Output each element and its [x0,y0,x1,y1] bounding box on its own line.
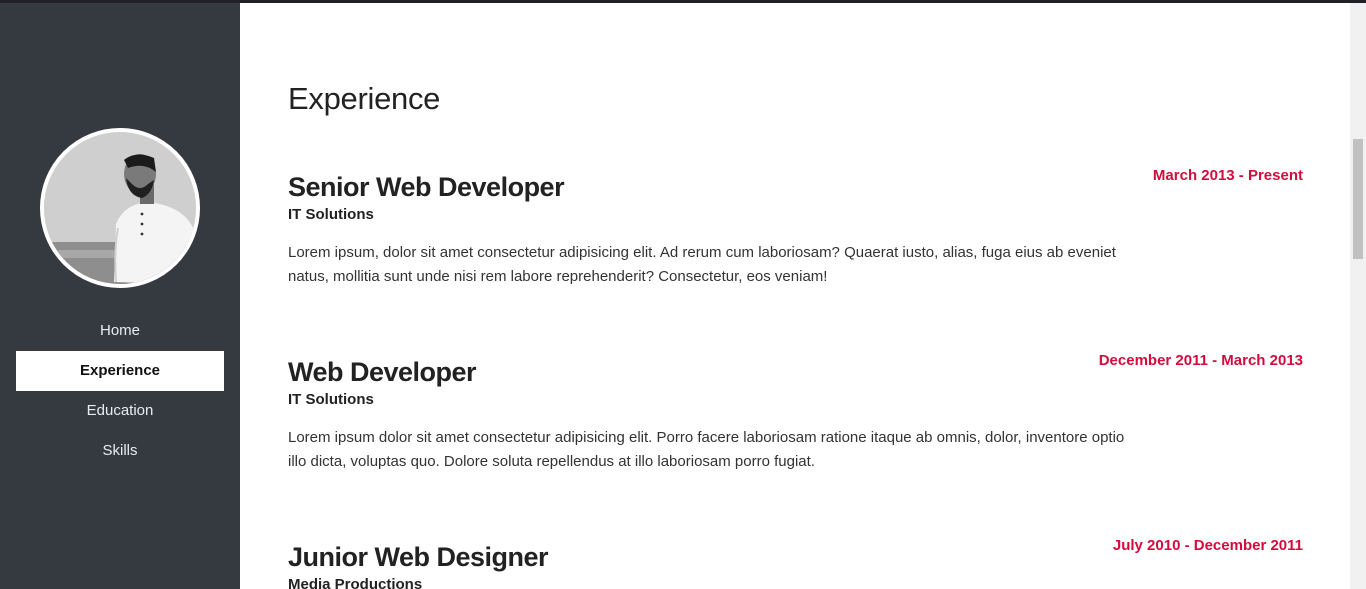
nav-item-education[interactable]: Education [16,391,224,431]
nav-item-skills[interactable]: Skills [16,431,224,471]
job-title: Senior Web Developer [288,172,565,202]
job-description: Lorem ipsum dolor sit amet consectetur a… [288,429,1125,470]
experience-entry: Junior Web Designer Media Productions Ju… [288,537,1303,589]
sidebar-nav: Home Experience Education Skills [16,311,224,471]
job-company: Media Productions [288,576,423,589]
job-company: IT Solutions [288,206,374,223]
section-title: Experience [288,81,441,116]
profile-photo-icon [44,132,196,284]
job-date: July 2010 - December 2011 [1112,537,1303,554]
avatar [40,128,200,288]
nav-item-home[interactable]: Home [16,311,224,351]
job-company: IT Solutions [288,391,374,408]
experience-entry: Web Developer IT Solutions Lorem ipsum d… [288,352,1303,474]
job-date: December 2011 - March 2013 [1098,352,1303,369]
nav-item-experience[interactable]: Experience [16,351,224,391]
vertical-scrollbar[interactable] [1350,3,1366,589]
main-content: Experience Senior Web Developer IT Solut… [240,3,1350,589]
sidebar: Home Experience Education Skills [0,0,240,589]
job-date: March 2013 - Present [1152,167,1303,184]
experience-entry: Senior Web Developer IT Solutions Lorem … [288,167,1303,289]
job-description: Lorem ipsum, dolor sit amet consectetur … [288,244,1116,285]
window-top-border [0,0,1366,3]
scrollbar-thumb[interactable] [1353,139,1363,259]
